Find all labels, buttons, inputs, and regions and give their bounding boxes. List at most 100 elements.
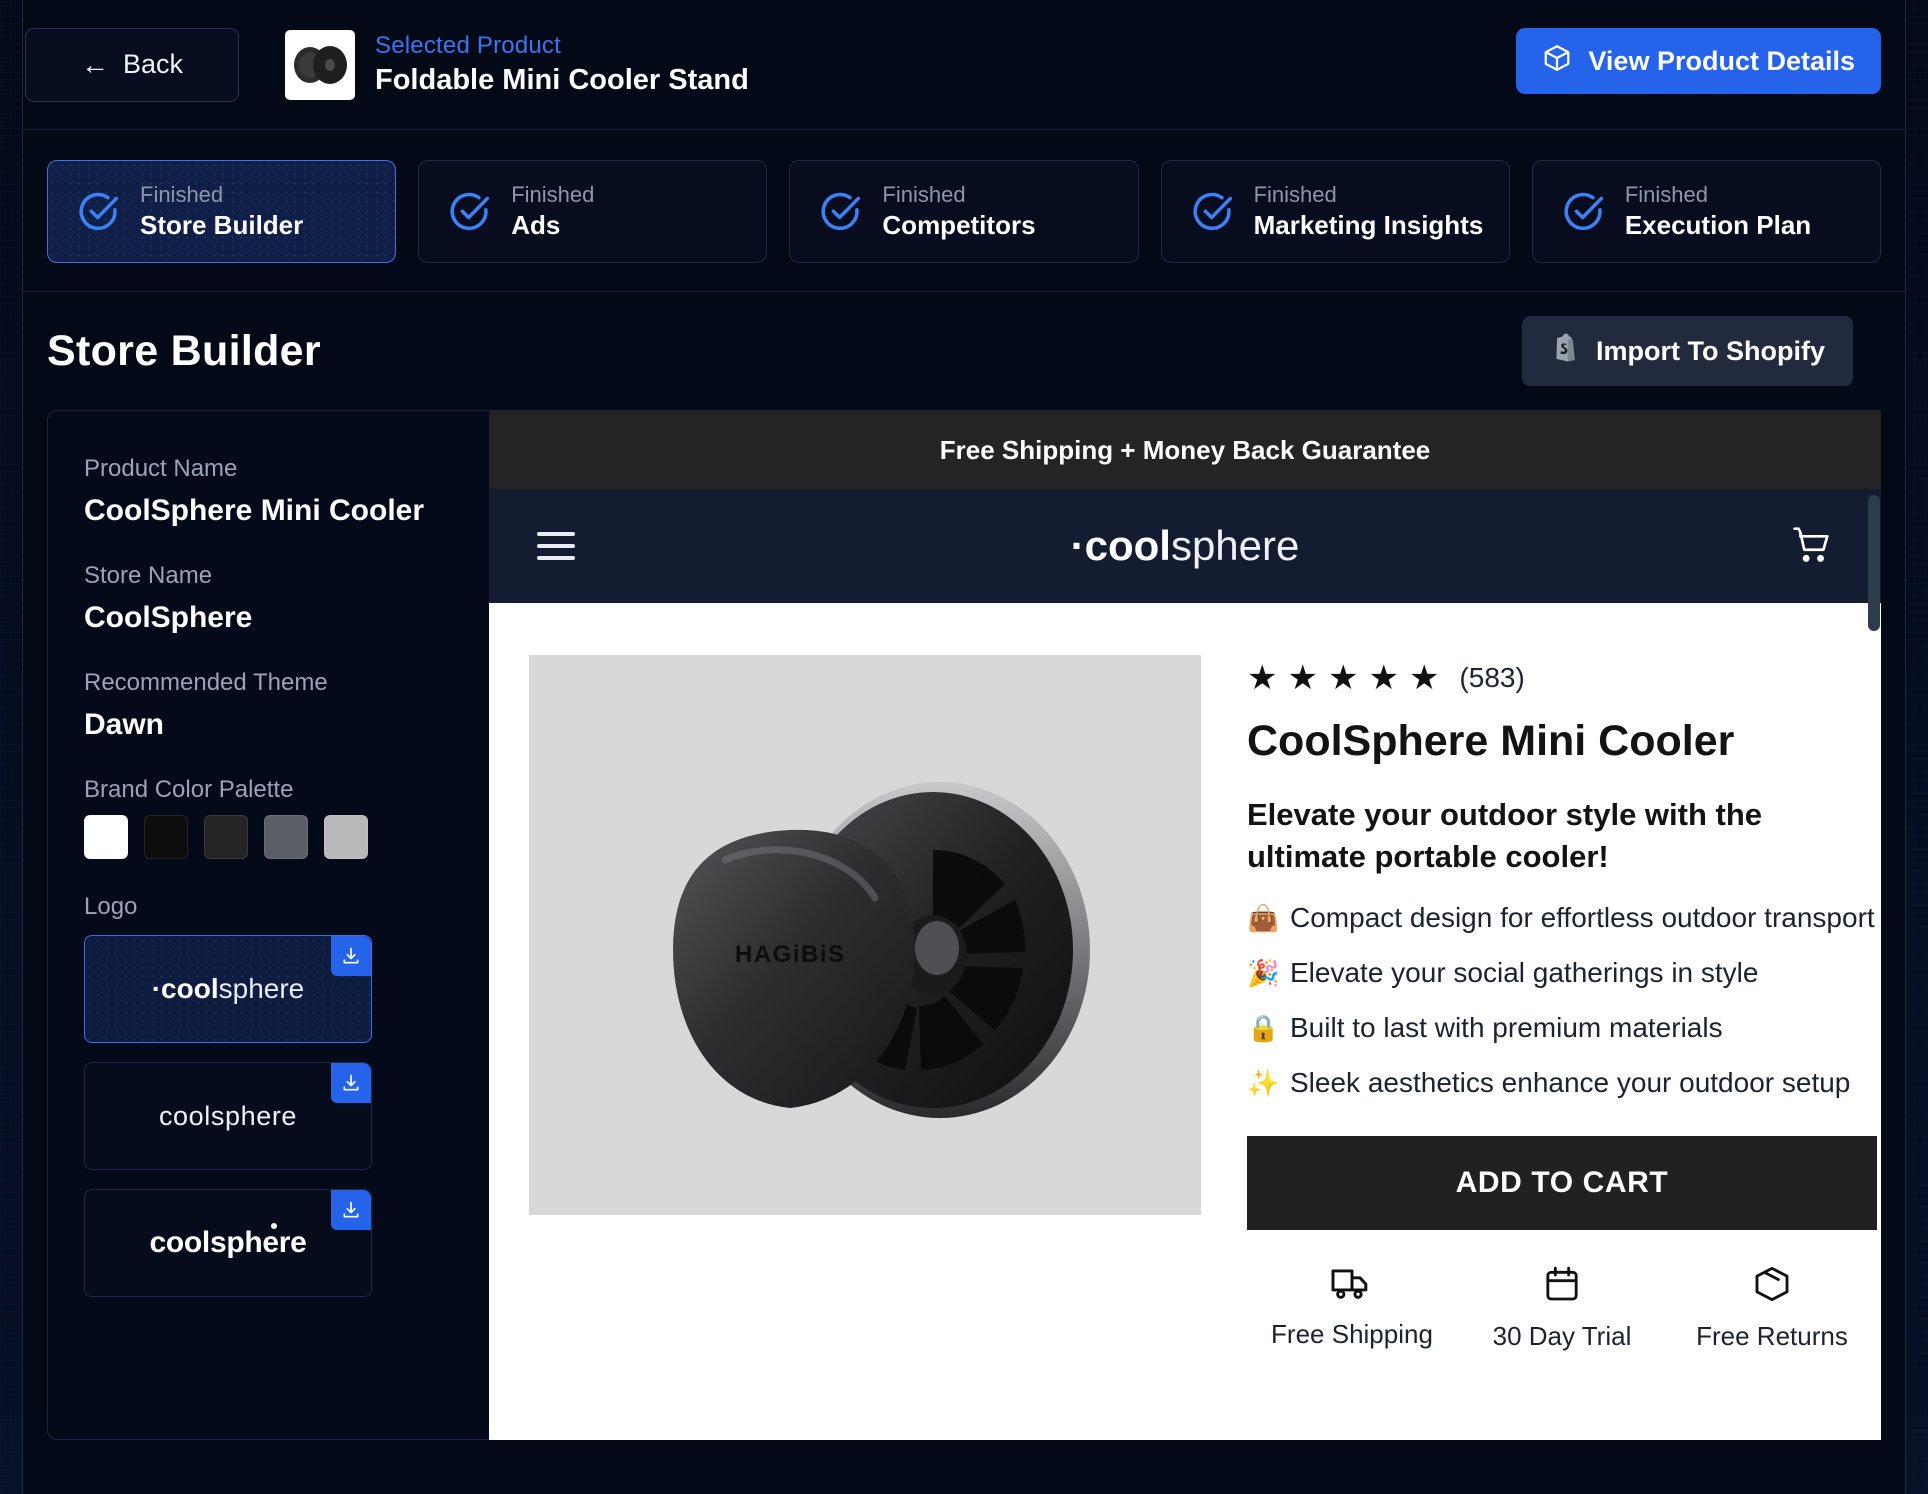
star-icon: ★ <box>1368 659 1399 697</box>
add-to-cart-button[interactable]: ADD TO CART <box>1247 1136 1877 1231</box>
step-execution-plan[interactable]: Finished Execution Plan <box>1531 160 1882 263</box>
badge-label: Free Shipping <box>1271 1319 1433 1350</box>
step-status: Finished <box>140 182 224 207</box>
logo-preview-3: coolsphere <box>149 1223 307 1260</box>
store-details-sidebar: Product Name CoolSphere Mini Cooler Stor… <box>47 410 489 1440</box>
section-header: Store Builder Import To Shopify <box>23 292 1905 410</box>
list-item: 🎉 Elevate your social gatherings in styl… <box>1247 957 1877 989</box>
selected-product-block: Selected Product Foldable Mini Cooler St… <box>285 29 749 100</box>
party-popper-icon: 🎉 <box>1247 957 1280 988</box>
calendar-icon <box>1542 1264 1582 1309</box>
check-circle-icon <box>818 190 862 234</box>
logo-preview-1: ·coolsphere <box>152 973 305 1005</box>
step-name: Competitors <box>882 210 1036 240</box>
star-icon: ★ <box>1327 659 1359 697</box>
field-brand-palette: Brand Color Palette <box>84 776 453 859</box>
logo-card-1[interactable]: ·coolsphere <box>84 935 372 1043</box>
logo-card-2[interactable]: coolsphere <box>84 1062 372 1170</box>
store-name-value: CoolSphere <box>84 601 253 634</box>
back-button[interactable]: ← Back <box>25 27 239 102</box>
download-icon[interactable] <box>331 936 371 976</box>
selected-product-thumbnail <box>285 29 355 100</box>
download-icon[interactable] <box>331 1190 371 1230</box>
product-detail-section: HAGiBiS ★ ★ ★ ★ ★ (583) CoolSphere Mini … <box>489 603 1881 1352</box>
product-image[interactable]: HAGiBiS <box>529 655 1201 1215</box>
step-competitors[interactable]: Finished Competitors <box>789 160 1139 263</box>
benefit-text: Built to last with premium materials <box>1290 1012 1723 1044</box>
list-item: 👜 Compact design for effortless outdoor … <box>1247 902 1877 934</box>
step-name: Execution Plan <box>1624 210 1812 240</box>
color-swatch[interactable] <box>84 815 128 859</box>
step-name: Marketing Insights <box>1253 210 1484 240</box>
color-swatch[interactable] <box>204 815 248 859</box>
check-circle-icon <box>1190 190 1234 234</box>
lock-icon: 🔒 <box>1247 1012 1280 1043</box>
logo-preview-2: coolsphere <box>158 1100 298 1131</box>
step-marketing-insights[interactable]: Finished Marketing Insights <box>1160 160 1510 263</box>
store-name-label: Store Name <box>84 562 213 589</box>
check-circle-icon <box>447 190 491 234</box>
handbag-icon: 👜 <box>1247 902 1280 933</box>
step-status: Finished <box>1253 182 1337 207</box>
page-title: Store Builder <box>47 326 321 375</box>
step-ads[interactable]: Finished Ads <box>418 160 768 263</box>
palette-label: Brand Color Palette <box>84 776 294 803</box>
top-bar: ← Back Selected Product Foldable Mini Co… <box>23 0 1905 130</box>
box-icon <box>1752 1264 1792 1309</box>
rating-row: ★ ★ ★ ★ ★ (583) <box>1247 661 1877 695</box>
logo-section: Logo ·coolsphere coolsphere coolsphere <box>84 893 453 1297</box>
check-circle-icon <box>76 190 120 234</box>
logo-light-part: sphere <box>218 973 305 1004</box>
list-item: ✨ Sleek aesthetics enhance your outdoor … <box>1247 1067 1877 1099</box>
color-swatch[interactable] <box>324 815 368 859</box>
download-icon[interactable] <box>331 1063 371 1103</box>
product-benefits-list: 👜 Compact design for effortless outdoor … <box>1247 902 1877 1099</box>
benefit-text: Compact design for effortless outdoor tr… <box>1290 902 1875 934</box>
star-icon: ★ <box>1408 659 1440 697</box>
hamburger-menu-icon[interactable] <box>537 532 575 560</box>
product-subtitle: Elevate your outdoor style with the ulti… <box>1247 797 1763 875</box>
benefit-text: Elevate your social gatherings in style <box>1290 957 1759 989</box>
logo-bold-part: ·cool <box>151 973 219 1004</box>
step-name: Ads <box>511 210 561 240</box>
scrollbar-thumb[interactable] <box>1868 495 1880 631</box>
sparkles-icon: ✨ <box>1247 1067 1280 1098</box>
color-swatch[interactable] <box>144 815 188 859</box>
logo-accent-dot <box>270 1223 277 1229</box>
store-logo-light: sphere <box>1170 522 1300 569</box>
view-product-details-button[interactable]: View Product Details <box>1516 28 1881 94</box>
product-title: CoolSphere Mini Cooler <box>1247 717 1735 765</box>
step-status: Finished <box>511 182 595 207</box>
shopify-bag-icon <box>1550 332 1580 371</box>
box-icon <box>1542 43 1572 80</box>
benefit-text: Sleek aesthetics enhance your outdoor se… <box>1290 1067 1851 1099</box>
field-recommended-theme: Recommended Theme Dawn <box>84 669 453 742</box>
store-preview: Free Shipping + Money Back Guarantee ·co… <box>489 410 1881 1440</box>
selected-product-name: Foldable Mini Cooler Stand <box>375 64 749 96</box>
color-swatch[interactable] <box>264 815 308 859</box>
arrow-left-icon: ← <box>80 48 109 80</box>
logo-label: Logo <box>84 893 138 920</box>
store-logo: ·coolsphere <box>1071 522 1300 570</box>
back-button-label: Back <box>122 49 184 79</box>
check-circle-icon <box>1561 190 1605 234</box>
star-icon: ★ <box>1287 659 1318 697</box>
step-store-builder[interactable]: Finished Store Builder <box>47 160 397 263</box>
product-name-value: CoolSphere Mini Cooler <box>84 494 425 527</box>
truck-icon <box>1329 1264 1375 1307</box>
badge-free-returns: Free Returns <box>1667 1264 1877 1352</box>
import-to-shopify-button[interactable]: Import To Shopify <box>1522 316 1853 386</box>
product-name-label: Product Name <box>84 455 238 482</box>
step-name: Store Builder <box>140 210 304 240</box>
announcement-bar: Free Shipping + Money Back Guarantee <box>489 411 1881 489</box>
logo-bold-text: coolsphere <box>149 1226 307 1259</box>
product-image-brand: HAGiBiS <box>735 941 846 968</box>
logo-card-3[interactable]: coolsphere <box>84 1189 372 1297</box>
theme-label: Recommended Theme <box>84 669 328 696</box>
preview-scrollbar[interactable] <box>1867 411 1881 1440</box>
product-info: ★ ★ ★ ★ ★ (583) CoolSphere Mini Cooler E… <box>1247 655 1877 1352</box>
shopping-cart-icon[interactable] <box>1787 521 1833 572</box>
badge-30-day-trial: 30 Day Trial <box>1457 1264 1667 1352</box>
list-item: 🔒 Built to last with premium materials <box>1247 1012 1877 1044</box>
field-product-name: Product Name CoolSphere Mini Cooler <box>84 455 453 528</box>
